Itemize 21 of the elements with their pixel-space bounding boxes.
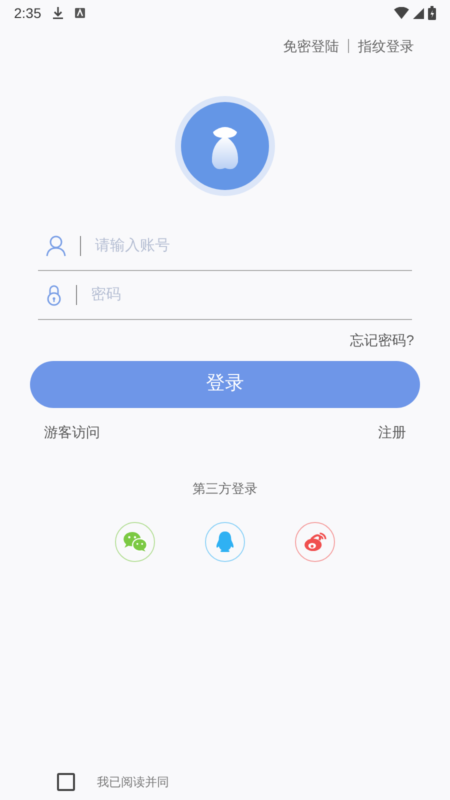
login-option-link[interactable]: 免密登陆 [283, 36, 339, 56]
agreement-text: 我已阅读并同 [97, 774, 169, 791]
account-field[interactable]: 请输入账号 [95, 234, 412, 258]
third-party-login-title: 第三方登录 [192, 480, 258, 498]
notification-icon [75, 8, 86, 18]
register-link[interactable]: 注册 [378, 422, 406, 443]
wifi-icon [394, 7, 409, 19]
forgot-password-link[interactable]: 忘记密码? [350, 330, 414, 351]
user-icon [46, 235, 66, 257]
agreement-checkbox[interactable] [57, 773, 75, 791]
login-option-link[interactable]: 指纹登录 [358, 36, 414, 56]
download-icon [53, 7, 64, 19]
qq-login-button[interactable] [205, 522, 245, 562]
guest-access-link[interactable]: 游客访问 [44, 422, 100, 443]
battery-icon [428, 6, 436, 20]
wechat-login-button[interactable] [115, 522, 155, 562]
lock-icon [46, 284, 62, 306]
status-time: 2:35 [14, 4, 42, 22]
password-field[interactable]: 密码 [91, 284, 412, 306]
signal-icon [413, 8, 424, 18]
weibo-login-button[interactable] [295, 522, 335, 562]
